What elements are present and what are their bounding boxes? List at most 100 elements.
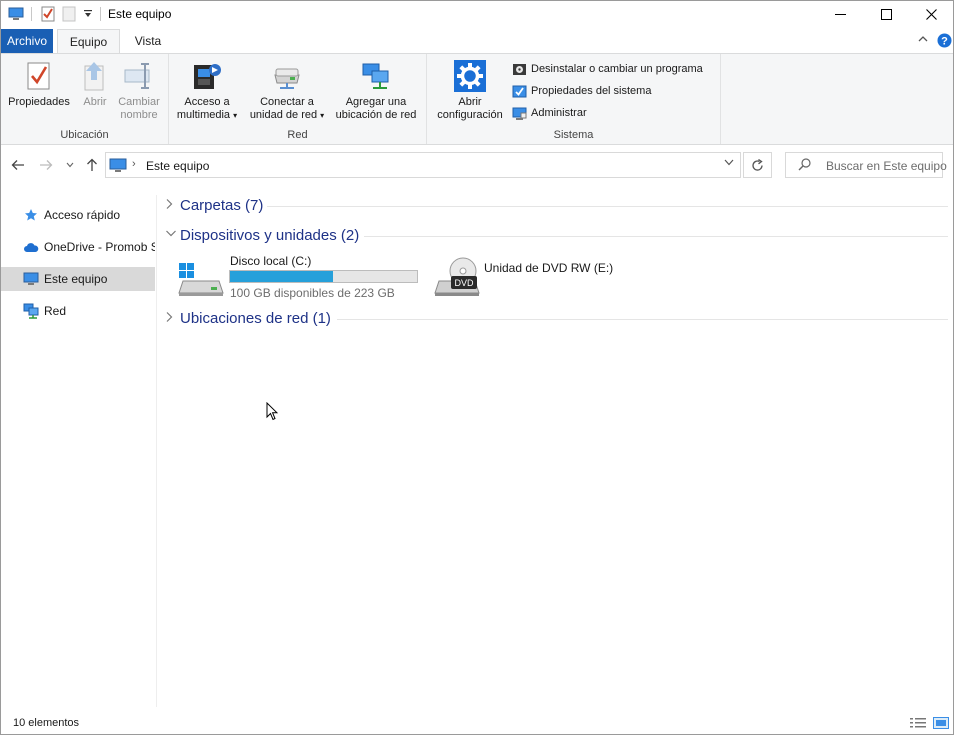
settings-gear-icon bbox=[431, 58, 509, 94]
ribbon-tabs: Archivo Equipo Vista ? bbox=[1, 29, 953, 53]
media-access-button[interactable]: Acceso a multimedia ▾ bbox=[173, 58, 241, 122]
computer-icon[interactable] bbox=[8, 6, 24, 25]
dvd-badge: DVD bbox=[454, 278, 474, 288]
open-icon bbox=[75, 58, 115, 94]
add-network-location-label-line2: ubicación de red bbox=[335, 109, 417, 121]
drive-usage-fill bbox=[230, 271, 333, 282]
customize-toolbar-icon[interactable] bbox=[83, 8, 93, 22]
nav-item-onedrive[interactable]: OneDrive - Promob S bbox=[1, 235, 155, 259]
nav-item-acceso-rapido[interactable]: Acceso rápido bbox=[1, 203, 155, 227]
explorer-window: Este equipo Archivo Equipo Vista ? Propi… bbox=[0, 0, 954, 735]
drive-dvd[interactable]: DVD Unidad de DVD RW (E:) bbox=[431, 253, 631, 301]
chevron-down-icon: ▾ bbox=[320, 111, 325, 120]
open-settings-label-line2: configuración bbox=[437, 109, 503, 121]
chevron-down-icon: ▾ bbox=[233, 111, 238, 120]
breadcrumb-chevron-icon[interactable]: › bbox=[132, 158, 136, 170]
system-properties-icon bbox=[511, 83, 527, 99]
ribbon-group-red: Acceso a multimedia ▾ Conectar a unidad … bbox=[169, 54, 427, 144]
properties-icon bbox=[5, 58, 73, 94]
computer-icon bbox=[109, 157, 127, 176]
tab-archivo[interactable]: Archivo bbox=[1, 29, 53, 53]
system-properties-button[interactable]: Propiedades del sistema bbox=[511, 81, 651, 101]
uninstall-program-icon bbox=[511, 61, 527, 77]
search-icon bbox=[798, 158, 811, 174]
drive-name: Disco local (C:) bbox=[230, 254, 312, 268]
chevron-down-icon[interactable] bbox=[165, 228, 177, 240]
drive-free-space: 100 GB disponibles de 223 GB bbox=[230, 286, 395, 300]
network-icon bbox=[23, 303, 39, 319]
rename-label-line1: Cambiar bbox=[118, 96, 160, 108]
star-icon bbox=[23, 207, 39, 223]
new-folder-quick-icon[interactable] bbox=[62, 6, 76, 25]
group-header-carpetas[interactable]: Carpetas (7) bbox=[161, 195, 948, 217]
refresh-button[interactable] bbox=[743, 152, 772, 178]
windows-drive-icon bbox=[177, 261, 225, 300]
network-location-icon bbox=[329, 58, 423, 94]
close-button[interactable] bbox=[908, 1, 954, 27]
window-title: Este equipo bbox=[108, 7, 172, 21]
tab-vista[interactable]: Vista bbox=[123, 29, 173, 53]
nav-item-este-equipo[interactable]: Este equipo bbox=[1, 267, 155, 291]
address-history-dropdown[interactable] bbox=[724, 158, 734, 169]
recent-locations-button[interactable] bbox=[63, 156, 77, 174]
map-network-drive-label-line2: unidad de red ▾ bbox=[249, 109, 325, 121]
media-access-icon bbox=[173, 58, 241, 94]
back-button[interactable] bbox=[9, 156, 27, 174]
chevron-right-icon[interactable] bbox=[165, 198, 173, 213]
collapse-ribbon-icon[interactable] bbox=[915, 33, 931, 45]
manage-label: Administrar bbox=[531, 107, 587, 119]
computer-management-icon bbox=[511, 105, 527, 121]
title-separator bbox=[100, 7, 101, 21]
open-button[interactable]: Abrir bbox=[75, 58, 115, 109]
ribbon: Propiedades Abrir Cambiar nombre Ubicaci… bbox=[1, 53, 953, 145]
status-bar: 10 elementos bbox=[1, 711, 953, 735]
group-header-dispositivos[interactable]: Dispositivos y unidades (2) bbox=[161, 225, 948, 247]
mouse-cursor-icon bbox=[266, 401, 279, 424]
group-divider bbox=[364, 236, 948, 237]
properties-button[interactable]: Propiedades bbox=[5, 58, 73, 109]
group-label-ubicacion: Ubicación bbox=[60, 129, 109, 141]
manage-button[interactable]: Administrar bbox=[511, 103, 587, 123]
cloud-icon bbox=[23, 239, 39, 255]
help-icon[interactable]: ? bbox=[936, 33, 952, 48]
chevron-right-icon[interactable] bbox=[165, 311, 173, 326]
media-access-label-line1: Acceso a bbox=[184, 96, 230, 108]
rename-icon bbox=[115, 58, 163, 94]
svg-text:?: ? bbox=[941, 36, 948, 48]
breadcrumb-este-equipo[interactable]: Este equipo bbox=[146, 159, 209, 173]
item-count: 10 elementos bbox=[13, 717, 80, 729]
address-bar[interactable]: › Este equipo bbox=[105, 152, 741, 178]
navigation-row: › Este equipo Buscar en Este equipo bbox=[1, 149, 953, 181]
navigation-pane: Acceso rápido OneDrive - Promob S Este e… bbox=[1, 195, 157, 707]
drive-name: Unidad de DVD RW (E:) bbox=[484, 261, 614, 275]
details-view-icon[interactable] bbox=[910, 716, 926, 730]
content-area: Carpetas (7) Dispositivos y unidades (2)… bbox=[161, 191, 951, 707]
large-icons-view-icon[interactable] bbox=[933, 716, 949, 730]
dvd-drive-icon: DVD bbox=[433, 257, 481, 302]
add-network-location-button[interactable]: Agregar una ubicación de red bbox=[329, 58, 423, 122]
maximize-button[interactable] bbox=[863, 1, 909, 27]
search-box[interactable]: Buscar en Este equipo bbox=[785, 152, 947, 178]
forward-button[interactable] bbox=[37, 156, 55, 174]
map-network-drive-button[interactable]: Conectar a unidad de red ▾ bbox=[249, 58, 325, 122]
search-input[interactable]: Buscar en Este equipo bbox=[826, 159, 947, 173]
group-header-ubicaciones-red[interactable]: Ubicaciones de red (1) bbox=[161, 308, 948, 330]
ribbon-group-ubicacion: Propiedades Abrir Cambiar nombre Ubicaci… bbox=[1, 54, 169, 144]
uninstall-program-button[interactable]: Desinstalar o cambiar un programa bbox=[511, 59, 703, 79]
tab-equipo[interactable]: Equipo bbox=[57, 29, 120, 53]
minimize-button[interactable] bbox=[817, 1, 863, 27]
properties-quick-icon[interactable] bbox=[40, 6, 56, 25]
nav-item-red[interactable]: Red bbox=[1, 299, 155, 323]
up-button[interactable] bbox=[83, 156, 101, 174]
open-settings-button[interactable]: Abrir configuración bbox=[431, 58, 509, 122]
rename-label-line2: nombre bbox=[120, 109, 158, 121]
group-divider bbox=[267, 206, 948, 207]
quick-access-separator bbox=[31, 7, 32, 21]
open-label: Abrir bbox=[83, 96, 107, 108]
group-label-red: Red bbox=[287, 129, 308, 141]
nav-item-label: Red bbox=[44, 304, 67, 318]
title-bar: Este equipo bbox=[1, 1, 953, 27]
uninstall-program-label: Desinstalar o cambiar un programa bbox=[531, 63, 703, 75]
drive-c[interactable]: Disco local (C:) 100 GB disponibles de 2… bbox=[175, 253, 421, 301]
rename-button[interactable]: Cambiar nombre bbox=[115, 58, 163, 122]
